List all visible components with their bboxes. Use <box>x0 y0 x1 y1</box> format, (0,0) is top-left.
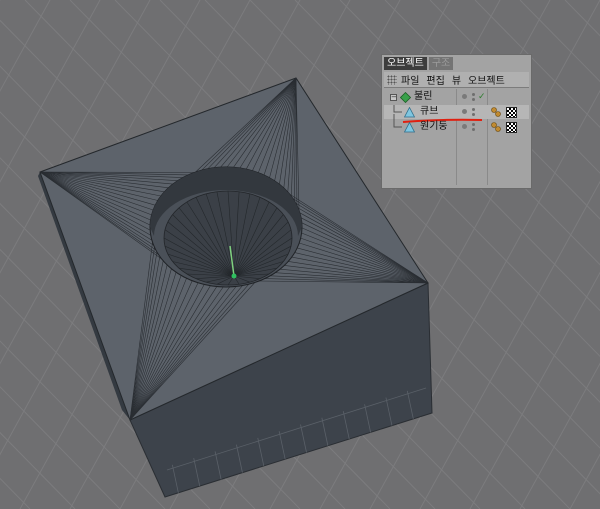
tab-structure[interactable]: 구조 <box>428 57 454 70</box>
menu-object[interactable]: 오브젝트 <box>468 72 505 87</box>
menu-file[interactable]: 파일 <box>401 72 419 87</box>
cylinder-primitive-icon <box>404 122 415 133</box>
editor-visibility-dot[interactable] <box>462 109 467 114</box>
phong-tag-icon[interactable] <box>491 107 501 117</box>
tree-row-boolean[interactable]: − 불린 ✓ <box>384 90 529 104</box>
phong-tag-icon[interactable] <box>491 122 501 132</box>
tree-connector <box>393 105 402 113</box>
object-manager-panel: 오브젝트 구조 파일 편집 뷰 오브젝트 − 불린 ✓ 큐브 원기둥 <box>381 54 532 189</box>
texture-tag-icon[interactable] <box>506 107 517 118</box>
texture-tag-icon[interactable] <box>506 122 517 133</box>
editor-visibility-dot[interactable] <box>462 94 467 99</box>
tree-row-cylinder[interactable]: 원기둥 <box>384 114 529 134</box>
tree-connector <box>393 114 402 128</box>
render-visibility-dot[interactable] <box>472 108 475 111</box>
object-tree: − 불린 ✓ 큐브 원기둥 <box>384 89 529 185</box>
tree-item-label: 불린 <box>414 91 433 102</box>
pivot-point <box>231 273 237 279</box>
editor-visibility-dot[interactable] <box>462 124 467 129</box>
render-visibility-dot[interactable] <box>472 128 475 131</box>
boolean-icon <box>400 92 411 103</box>
render-visibility-dot[interactable] <box>472 98 475 101</box>
menu-edit[interactable]: 편집 <box>426 72 444 87</box>
panel-menubar: 파일 편집 뷰 오브젝트 <box>384 72 529 88</box>
tab-objects[interactable]: 오브젝트 <box>384 57 427 70</box>
render-visibility-dot[interactable] <box>472 113 475 116</box>
panel-tabs: 오브젝트 구조 <box>384 57 454 70</box>
render-visibility-dot[interactable] <box>472 123 475 126</box>
menu-view[interactable]: 뷰 <box>452 72 461 87</box>
enabled-check-icon[interactable]: ✓ <box>478 92 486 102</box>
tree-item-label: 원기둥 <box>420 121 448 132</box>
render-visibility-dot[interactable] <box>472 93 475 96</box>
grip-icon[interactable] <box>387 74 397 85</box>
collapse-icon[interactable]: − <box>390 94 397 101</box>
